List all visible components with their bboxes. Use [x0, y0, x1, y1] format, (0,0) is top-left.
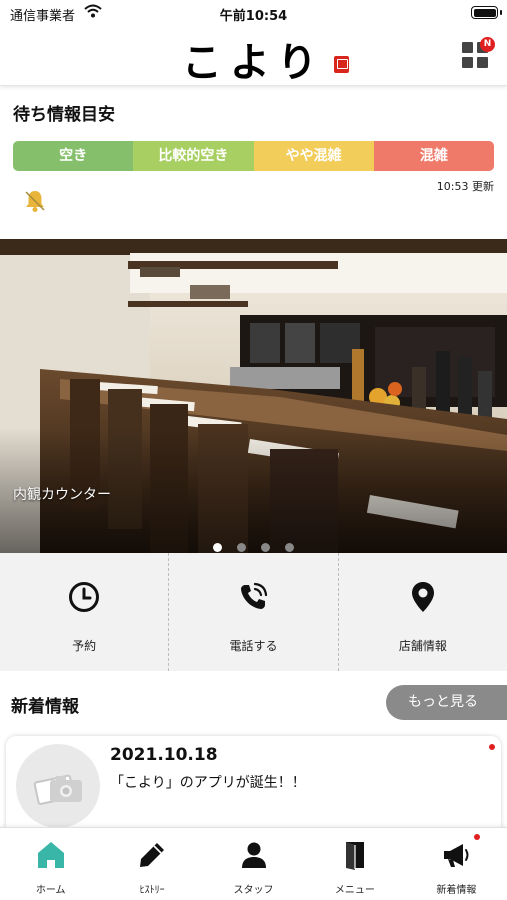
tab-home-label: ホーム — [35, 885, 66, 896]
tab-history[interactable]: ﾋｽﾄﾘｰ — [101, 828, 202, 900]
app-logo: こより — [181, 39, 326, 86]
carousel-dot[interactable] — [261, 543, 271, 552]
battery-icon — [471, 6, 498, 19]
crowd-level-empty: 空き — [13, 141, 134, 171]
news-thumbnail — [16, 744, 100, 828]
crowd-level-busy: 混雑 — [373, 141, 494, 171]
store-info-button[interactable]: 店舗情報 — [337, 553, 507, 671]
bell-icon[interactable] — [22, 188, 48, 214]
reserve-button[interactable]: 予約 — [0, 553, 168, 671]
photo-caption: 内観カウンター — [13, 487, 111, 503]
camera-placeholder-icon — [33, 774, 82, 805]
status-bar: 通信事業者 午前10:54 — [0, 0, 507, 26]
tab-menu-label: メニュー — [334, 885, 375, 896]
tab-menu[interactable]: メニュー — [304, 828, 405, 900]
map-pin-icon — [411, 582, 434, 612]
logo-seal-icon — [334, 56, 349, 73]
call-button[interactable]: 電話する — [168, 553, 337, 671]
news-headline: 「こより」のアプリが誕生！！ — [110, 775, 306, 791]
home-icon — [37, 842, 64, 868]
tab-news-label: 新着情報 — [436, 885, 477, 896]
unread-dot — [473, 834, 480, 840]
wait-info-title: 待ち情報目安 — [13, 105, 115, 125]
call-label: 電話する — [229, 639, 278, 653]
unread-dot — [489, 744, 495, 750]
store-info-label: 店舗情報 — [398, 639, 447, 653]
bottom-tab-bar: ホーム ﾋｽﾄﾘｰ スタッフ メニュー 新着情報 — [0, 827, 507, 900]
notification-badge: N — [480, 37, 495, 52]
news-section-title: 新着情報 — [11, 697, 79, 717]
carousel-dot[interactable] — [236, 543, 246, 552]
tab-news[interactable]: 新着情報 — [406, 828, 507, 900]
crowd-level-fairly-empty: 比較的空き — [133, 141, 254, 171]
megaphone-icon — [444, 844, 469, 867]
status-time: 午前10:54 — [219, 9, 288, 24]
pencil-icon — [140, 843, 165, 867]
person-icon — [241, 842, 266, 868]
carousel-dot[interactable] — [285, 543, 295, 552]
action-row: 予約 電話する 店舗情報 — [0, 553, 507, 671]
news-date: 2021.10.18 — [110, 745, 218, 765]
carousel-dot[interactable] — [212, 543, 222, 552]
reserve-label: 予約 — [72, 639, 97, 653]
counter-photo — [0, 239, 507, 553]
tab-staff-label: スタッフ — [233, 885, 274, 896]
clock-icon — [69, 582, 100, 612]
phone-icon — [241, 582, 268, 609]
carousel-dots[interactable] — [0, 537, 507, 553]
crowd-level-somewhat-busy: やや混雑 — [253, 141, 374, 171]
tab-home[interactable]: ホーム — [0, 828, 101, 900]
see-more-button[interactable]: もっと見る — [386, 685, 507, 720]
updated-time: 10:53 更新 — [436, 180, 494, 193]
tab-history-label: ﾋｽﾄﾘｰ — [139, 885, 165, 896]
book-icon — [345, 842, 364, 870]
restaurant-photo-carousel[interactable]: 内観カウンター — [0, 239, 507, 553]
app-header: こより N — [0, 26, 507, 86]
tab-staff[interactable]: スタッフ — [203, 828, 304, 900]
crowd-level-bar: 空き 比較的空き やや混雑 混雑 — [13, 141, 494, 171]
